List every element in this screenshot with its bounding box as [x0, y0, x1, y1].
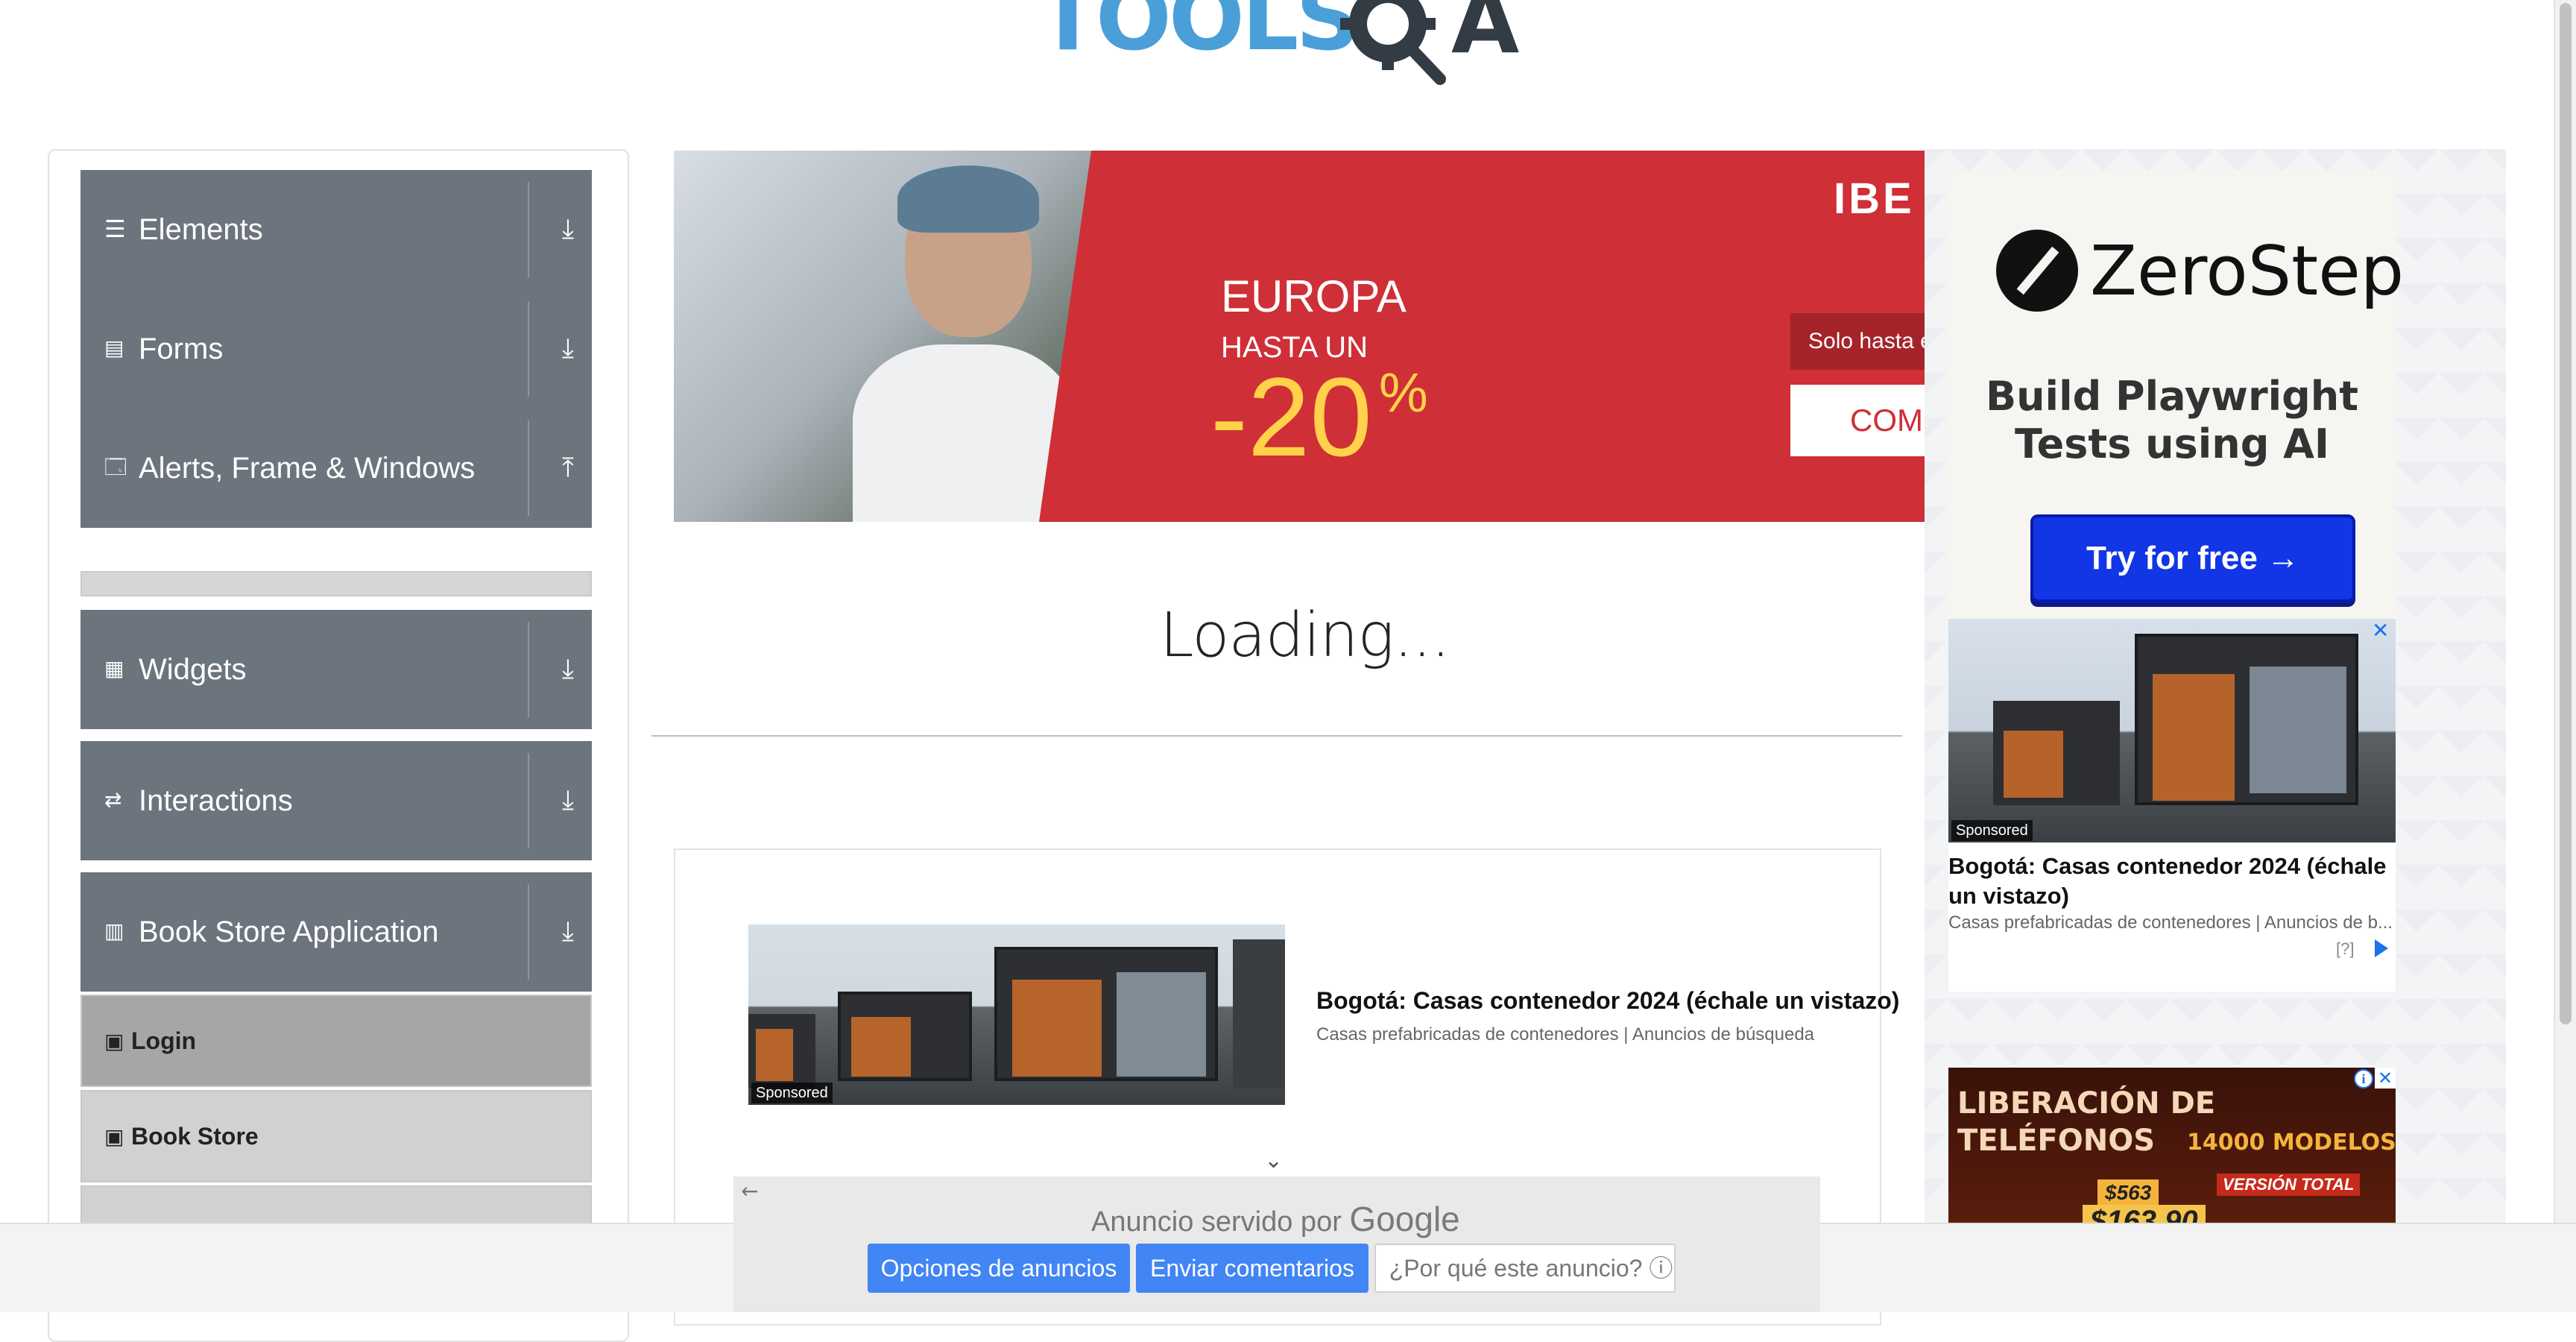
- submenu-item-login[interactable]: ▣ Login: [80, 995, 592, 1087]
- submenu-item-label: Book Store: [131, 1123, 259, 1150]
- right-ad-column: ZeroStep Build Playwright Tests using AI…: [1925, 149, 2506, 1224]
- ad-served-by: Anuncio servido por Google: [1091, 1200, 1460, 1238]
- download-icon[interactable]: ⤓: [555, 213, 581, 246]
- menu-group-book-store-application[interactable]: ▥ Book Store Application ⤓: [80, 872, 592, 992]
- window-icon: 🗔: [104, 456, 127, 479]
- loading-text: Loading...: [1160, 600, 1450, 671]
- scrollbar-thumb[interactable]: [2560, 3, 2572, 1024]
- interactions-icon: ⇄: [104, 788, 122, 811]
- ad-title[interactable]: Bogotá: Casas contenedor 2024 (échale un…: [1316, 989, 1899, 1012]
- form-icon: ▤: [104, 336, 124, 359]
- banner-brand: IBE: [1834, 174, 1915, 223]
- html-icon: ▣: [104, 1125, 124, 1148]
- sponsored-badge: Sponsored: [1951, 820, 2033, 841]
- ad-title[interactable]: Bogotá: Casas contenedor 2024 (échale un…: [1948, 851, 2396, 911]
- send-feedback-button[interactable]: Enviar comentarios: [1136, 1244, 1368, 1293]
- submenu-item-book-store[interactable]: ▣ Book Store: [80, 1090, 592, 1182]
- chevron-down-icon[interactable]: ⌄: [1264, 1150, 1283, 1172]
- ad-image: Sponsored: [1948, 619, 2396, 842]
- ad-options-button[interactable]: Opciones de anuncios: [868, 1244, 1130, 1293]
- zerostep-name: ZeroStep: [2090, 231, 2405, 311]
- ad-price-new: $163.90: [2083, 1205, 2206, 1224]
- phone-unlock-ad[interactable]: LIBERACIÓN DE TELÉFONOS 14000 MODELOS VE…: [1948, 1068, 2396, 1224]
- close-icon[interactable]: ✕: [2372, 620, 2389, 641]
- download-icon[interactable]: ⤓: [555, 653, 581, 686]
- menu-group-label: Alerts, Frame & Windows: [139, 452, 476, 485]
- close-icon[interactable]: ✕: [2375, 1068, 2396, 1089]
- banner-pill: Solo hasta e: [1790, 313, 1925, 370]
- html-icon: ▣: [104, 1030, 124, 1053]
- widgets-icon: ▦: [104, 657, 124, 680]
- menu-group-widgets[interactable]: ▦ Widgets ⤓: [80, 610, 592, 729]
- ad-models: 14000 MODELOS: [2187, 1130, 2396, 1156]
- ad-subtitle: Casas prefabricadas de contenedores | An…: [1948, 914, 2393, 932]
- ad-subtitle: Casas prefabricadas de contenedores | An…: [1316, 1024, 1815, 1045]
- content-divider: [651, 735, 1902, 737]
- sponsored-ad-card[interactable]: Sponsored ✕ Bogotá: Casas contenedor 202…: [1948, 619, 2396, 992]
- menu-group-label: Forms: [139, 333, 224, 365]
- adchoices-icon[interactable]: [2375, 939, 2388, 957]
- divider: [528, 182, 529, 277]
- logo-text-tools: TOOLS: [1038, 0, 1360, 71]
- download-icon[interactable]: ⤓: [555, 333, 581, 365]
- banner-cta-button[interactable]: COMP: [1790, 385, 1925, 456]
- banner-discount: -20: [1210, 354, 1372, 479]
- menu-group-label: Interactions: [139, 784, 293, 817]
- banner-percent: %: [1379, 362, 1428, 423]
- ad-version: VERSIÓN TOTAL: [2217, 1174, 2361, 1196]
- divider: [528, 301, 529, 397]
- collapsed-submenu-strip: [80, 571, 592, 596]
- ad-line-1: LIBERACIÓN DE: [1957, 1086, 2216, 1121]
- menu-group-label: Book Store Application: [139, 916, 439, 948]
- try-for-free-button[interactable]: Try for free →: [2030, 514, 2355, 602]
- books-icon: ▥: [104, 919, 124, 942]
- google-wordmark: Google: [1349, 1200, 1460, 1238]
- zerostep-headline: Build Playwright Tests using AI: [1985, 373, 2359, 467]
- submenu-item-label: Login: [131, 1027, 197, 1054]
- download-icon[interactable]: ⤓: [555, 916, 581, 948]
- menu-group-alerts[interactable]: 🗔 Alerts, Frame & Windows ⤒: [80, 409, 592, 528]
- zerostep-logo-icon: [1996, 230, 2078, 312]
- divider: [528, 622, 529, 717]
- hamburger-icon: ☰: [104, 215, 126, 242]
- sponsored-badge: Sponsored: [751, 1083, 833, 1103]
- banner-headline: EUROPA: [1221, 271, 1407, 321]
- menu-group-interactions[interactable]: ⇄ Interactions ⤓: [80, 741, 592, 860]
- gear-magnifier-icon: [1340, 0, 1446, 85]
- toolsqa-logo[interactable]: TOOLS A: [1038, 0, 1522, 104]
- ad-line-2: TELÉFONOS: [1957, 1124, 2156, 1158]
- divider: [528, 420, 529, 516]
- banner-ad[interactable]: IBE EUROPA HASTA UN -20 % Solo hasta e C…: [674, 151, 1925, 522]
- divider: [528, 753, 529, 848]
- logo-text-a: A: [1451, 0, 1520, 73]
- back-arrow-icon[interactable]: ←: [741, 1181, 758, 1202]
- menu-group-label: Widgets: [139, 653, 247, 686]
- ad-price-old: $563: [2097, 1179, 2159, 1206]
- google-ad-feedback-panel: ← Anuncio servido por Google Opciones de…: [733, 1176, 1820, 1312]
- menu-group-elements[interactable]: ☰ Elements ⤓: [80, 170, 592, 289]
- info-icon[interactable]: i: [2354, 1069, 2373, 1089]
- why-this-ad-button[interactable]: ¿Por qué este anuncio? ⓘ: [1374, 1244, 1676, 1293]
- menu-group-forms[interactable]: ▤ Forms ⤓: [80, 289, 592, 409]
- upload-icon[interactable]: ⤒: [555, 452, 581, 485]
- divider: [528, 884, 529, 980]
- ad-image: Sponsored: [748, 924, 1285, 1105]
- menu-group-label: Elements: [139, 213, 263, 246]
- download-icon[interactable]: ⤓: [555, 784, 581, 817]
- ad-info-link[interactable]: [?]: [2336, 941, 2354, 957]
